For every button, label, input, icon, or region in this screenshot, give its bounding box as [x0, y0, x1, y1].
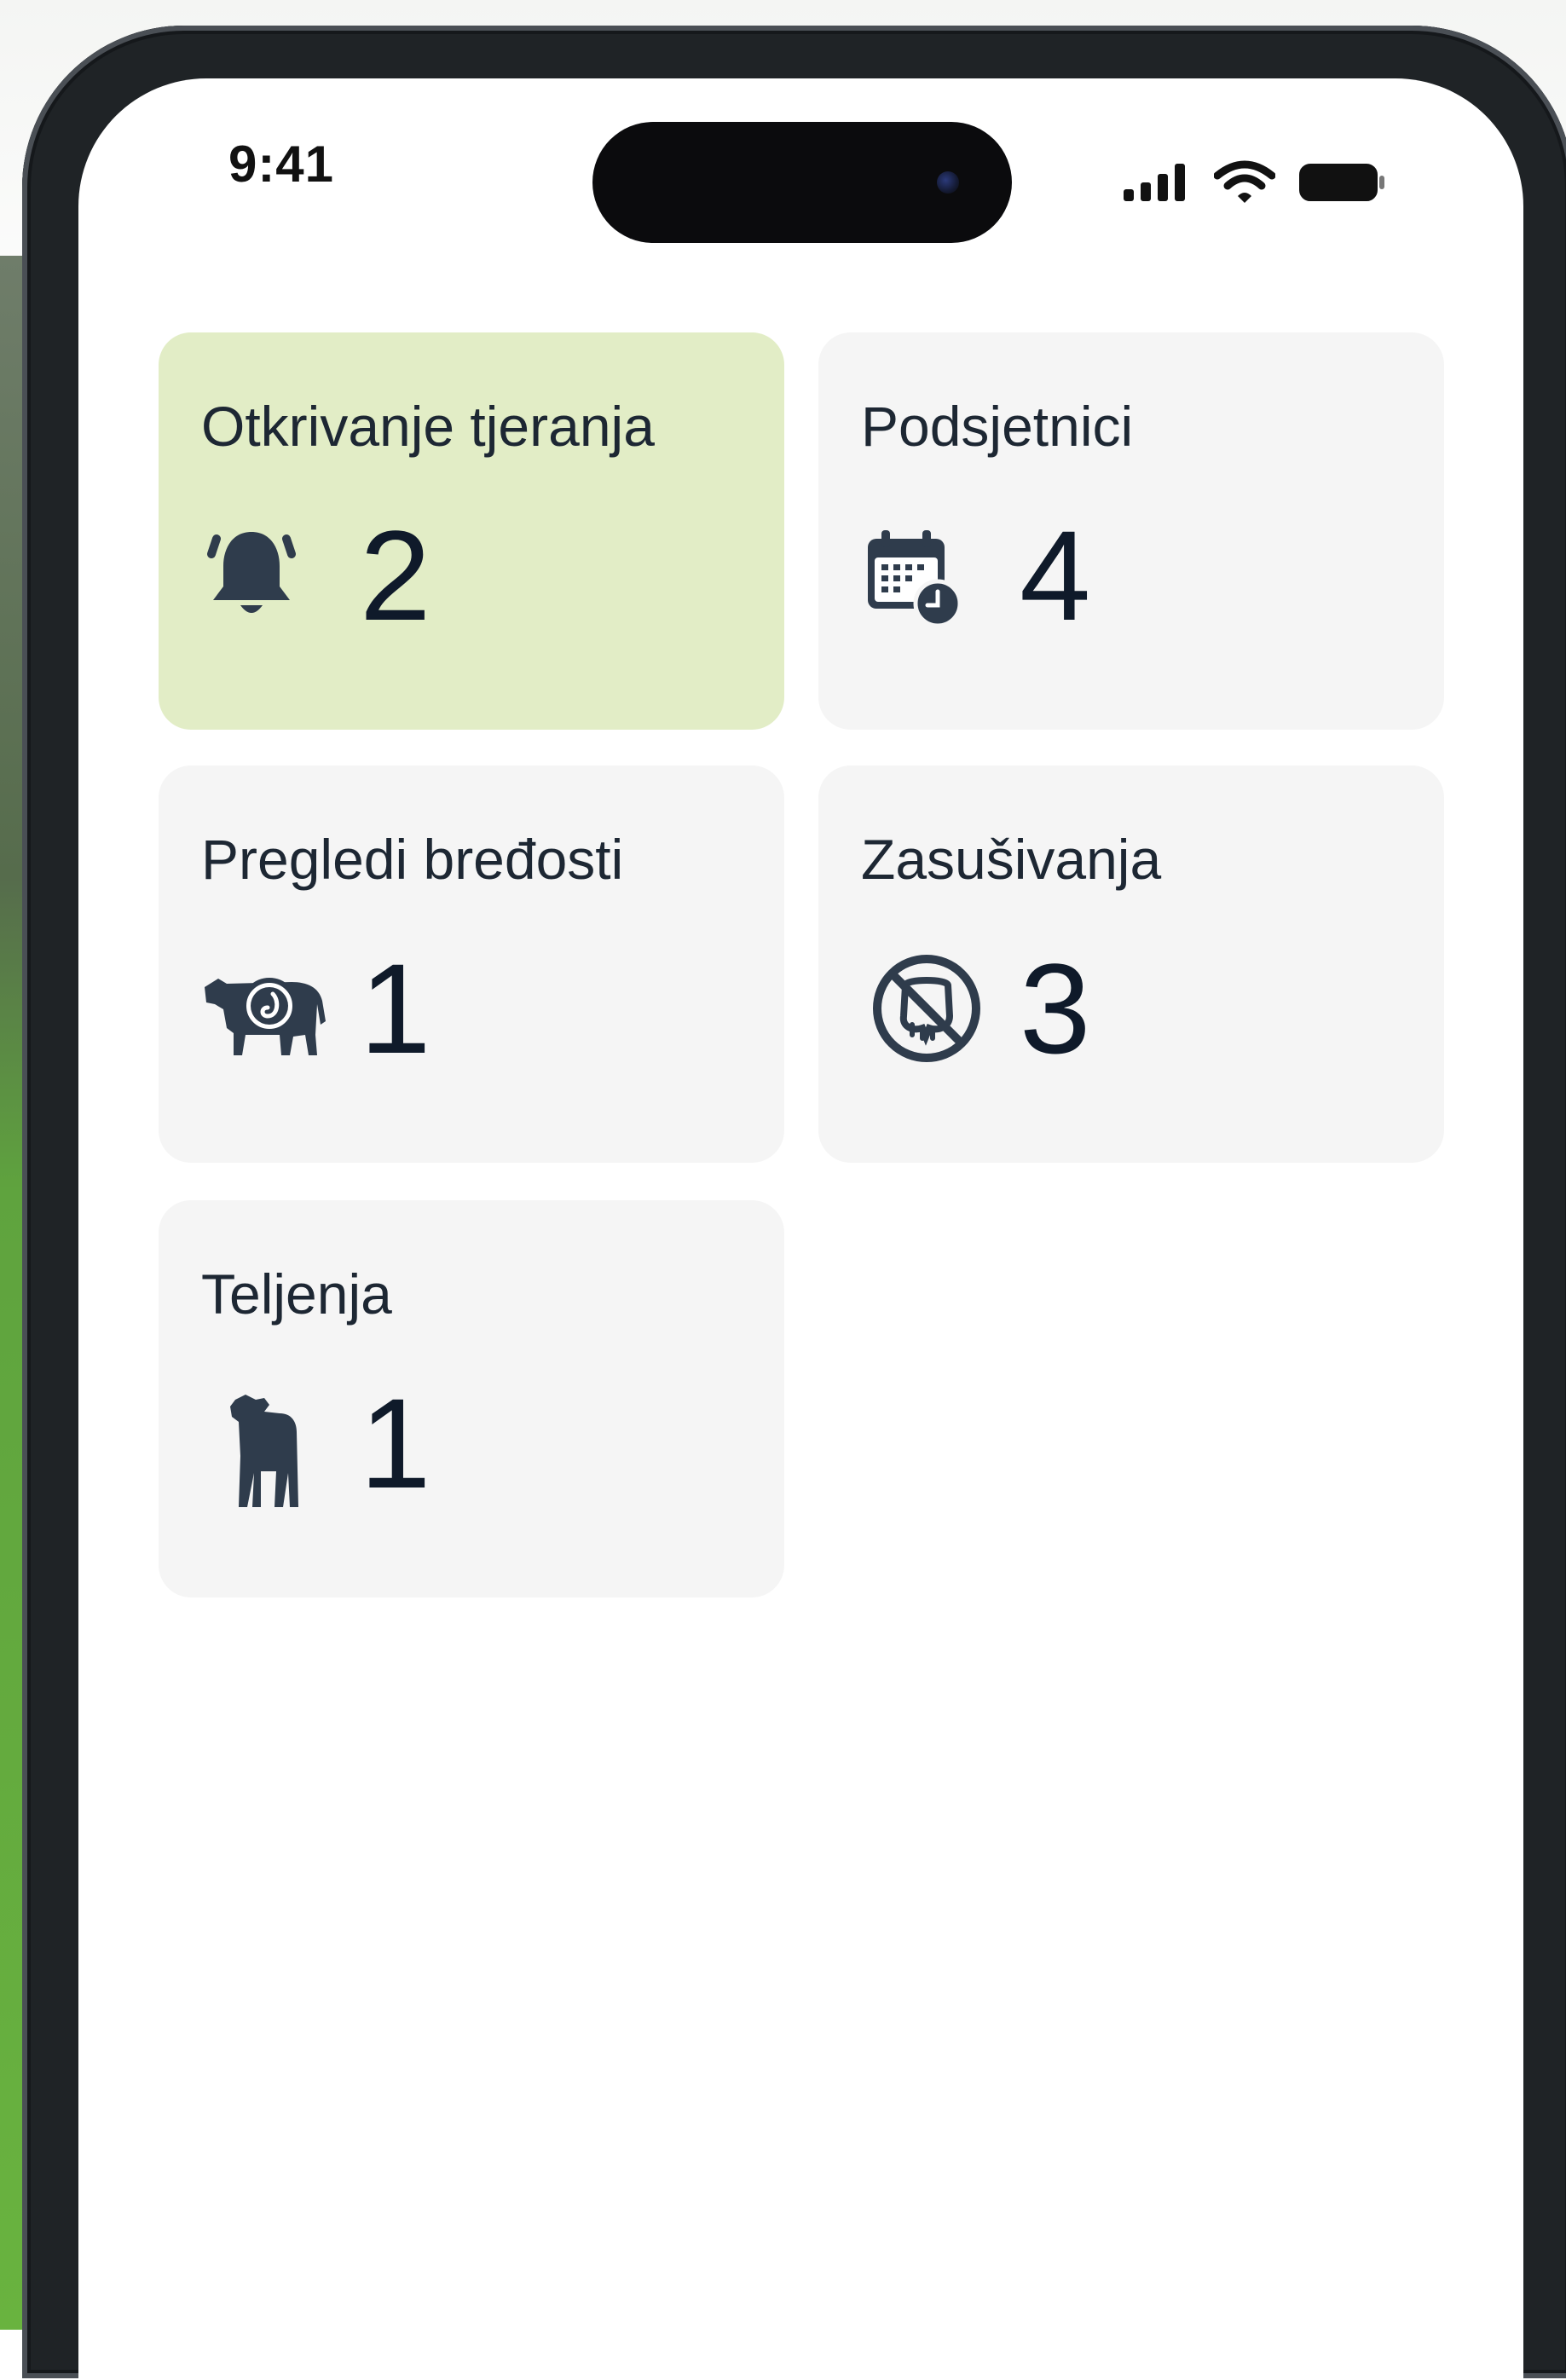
card-pregnancy-checks[interactable]: Pregledi bređosti 1 [159, 765, 784, 1163]
card-count: 1 [360, 1372, 431, 1515]
card-reminders[interactable]: Podsjetnici 4 [818, 332, 1444, 730]
card-estrus-detection[interactable]: Otkrivanje tjeranja 2 [159, 332, 784, 730]
card-title: Otkrivanje tjeranja [201, 395, 655, 458]
card-title: Podsjetnici [861, 395, 1134, 458]
card-count: 4 [1020, 504, 1091, 647]
battery-icon [1299, 164, 1384, 201]
calendar-clock-icon [856, 520, 967, 631]
calf-icon [220, 1388, 331, 1507]
cow-pregnancy-icon [198, 953, 334, 1064]
status-time: 9:41 [228, 136, 335, 193]
signal-bars-icon [1124, 164, 1185, 201]
card-count: 2 [360, 504, 431, 647]
dynamic-island [592, 122, 1012, 243]
card-title: Teljenja [201, 1262, 392, 1326]
no-milk-udder-icon [871, 953, 982, 1064]
card-title: Zasušivanja [861, 828, 1162, 891]
card-drying-off[interactable]: Zasušivanja 3 [818, 765, 1444, 1163]
bell-alarm-icon [196, 520, 307, 631]
card-count: 1 [360, 937, 431, 1080]
wifi-icon [1214, 160, 1275, 203]
camera-icon [937, 171, 959, 194]
card-title: Pregledi bređosti [201, 828, 624, 891]
card-calving[interactable]: Teljenja 1 [159, 1200, 784, 1597]
status-icons [1122, 159, 1386, 206]
card-count: 3 [1020, 937, 1091, 1080]
